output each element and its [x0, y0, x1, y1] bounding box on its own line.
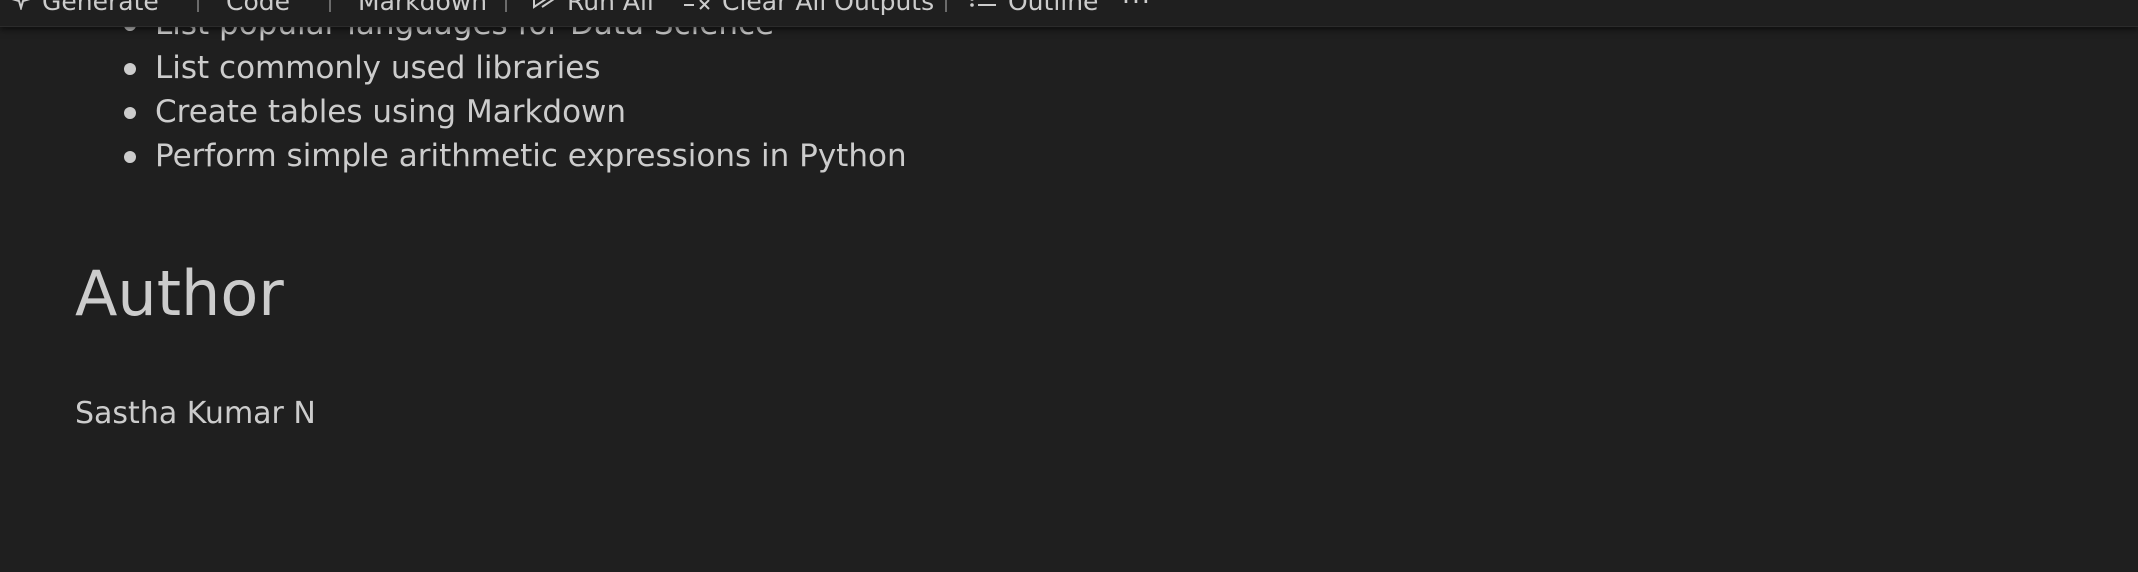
bullet-dot — [124, 107, 136, 119]
clear-outputs-icon — [682, 0, 712, 16]
list-item: List commonly used libraries — [155, 50, 601, 86]
clear-all-outputs-label: Clear All Outputs — [722, 0, 935, 16]
list-item: Create tables using Markdown — [155, 94, 627, 130]
run-all-button[interactable]: Run All — [531, 0, 654, 16]
bullet-dot — [124, 63, 136, 75]
toolbar-separator — [197, 0, 199, 12]
generate-label: Generate — [42, 0, 159, 16]
markdown-label: Markdown — [358, 0, 488, 16]
more-actions-button[interactable]: ··· — [1122, 0, 1152, 16]
markdown-cell-output: List popular languages for Data Science … — [0, 0, 2138, 572]
run-all-label: Run All — [567, 0, 654, 16]
author-name: Sastha Kumar N — [75, 396, 316, 431]
notebook-page: Generate Code Markdown Run All Clear All… — [0, 0, 2138, 572]
outline-button[interactable]: Outline — [968, 0, 1099, 16]
add-markdown-button[interactable]: Markdown — [358, 0, 488, 16]
more-icon: ··· — [1122, 0, 1152, 16]
list-icon — [968, 0, 998, 16]
code-label: Code — [226, 0, 291, 16]
add-code-button[interactable]: Code — [226, 0, 291, 16]
toolbar-separator — [945, 0, 947, 12]
sparkle-icon — [10, 0, 32, 16]
generate-button[interactable]: Generate — [10, 0, 159, 16]
author-heading: Author — [75, 257, 284, 330]
notebook-toolbar: Generate Code Markdown Run All Clear All… — [0, 0, 2138, 27]
run-all-icon — [531, 0, 557, 16]
toolbar-separator — [505, 0, 507, 12]
list-item: Perform simple arithmetic expressions in… — [155, 138, 907, 174]
toolbar-separator — [329, 0, 331, 12]
outline-label: Outline — [1008, 0, 1099, 16]
bullet-dot — [124, 151, 136, 163]
clear-all-outputs-button[interactable]: Clear All Outputs — [682, 0, 935, 16]
